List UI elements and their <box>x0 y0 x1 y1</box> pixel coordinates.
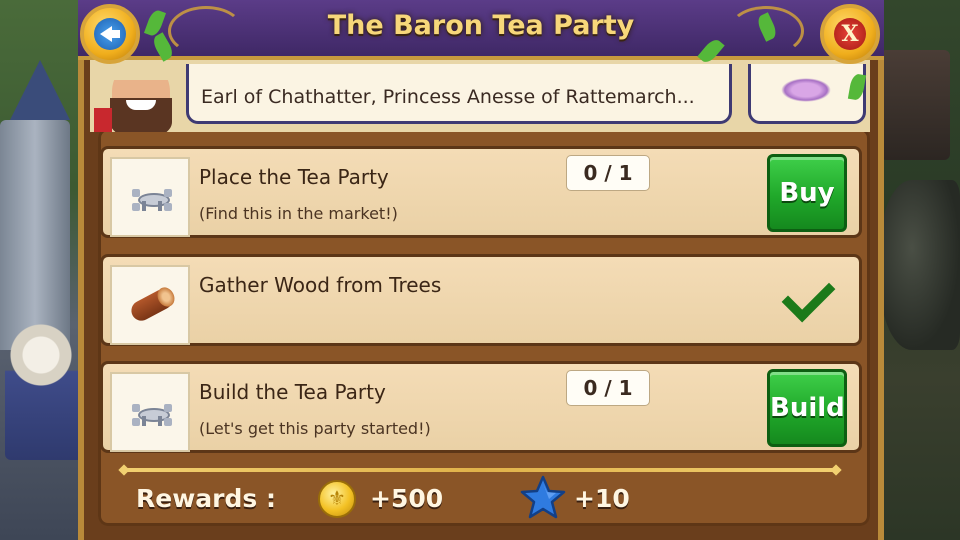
task-row-gather-wood: Gather Wood from Trees <box>100 254 862 346</box>
description-box: Earl of Chathatter, Princess Anesse of R… <box>186 64 732 124</box>
baron-collar <box>94 108 112 132</box>
build-button[interactable]: Build <box>767 369 847 447</box>
checkmark-icon <box>781 268 836 323</box>
close-x-icon: X <box>834 18 866 50</box>
star-icon <box>520 475 566 519</box>
back-arrow-icon <box>94 18 126 50</box>
decoration-preview-icon <box>781 78 831 102</box>
close-button[interactable]: X <box>820 4 880 64</box>
back-button[interactable] <box>80 4 140 64</box>
wizard-character <box>5 310 85 460</box>
quest-description: Earl of Chathatter, Princess Anesse of R… <box>201 86 695 108</box>
task-icon-frame <box>110 157 190 237</box>
coin-icon: ⚜ <box>318 480 356 518</box>
task-hint: (Let's get this party started!) <box>199 419 431 438</box>
task-icon-frame <box>110 265 190 345</box>
task-icon-frame <box>110 372 190 452</box>
task-progress-counter: 0 / 1 <box>566 155 650 191</box>
rewards-divider <box>124 468 836 472</box>
task-title: Place the Tea Party <box>199 165 389 189</box>
task-progress-counter: 0 / 1 <box>566 370 650 406</box>
task-row-build-tea-party: Build the Tea Party (Let's get this part… <box>100 361 862 453</box>
house-building <box>880 50 950 160</box>
castle-tower-roof <box>10 60 70 120</box>
task-hint: (Find this in the market!) <box>199 204 398 223</box>
tea-table-icon <box>132 187 172 211</box>
wood-log-icon <box>127 284 178 325</box>
rewards-label: Rewards : <box>136 484 276 513</box>
tea-table-icon <box>132 402 172 426</box>
rock-formation <box>880 180 960 350</box>
baron-portrait <box>94 80 184 132</box>
task-title: Gather Wood from Trees <box>199 273 442 297</box>
task-row-place-tea-party: Place the Tea Party (Find this in the ma… <box>100 146 862 238</box>
task-title: Build the Tea Party <box>199 380 386 404</box>
buy-button[interactable]: Buy <box>767 154 847 232</box>
coin-reward-value: +500 <box>370 484 444 513</box>
star-reward-value: +10 <box>574 484 630 513</box>
